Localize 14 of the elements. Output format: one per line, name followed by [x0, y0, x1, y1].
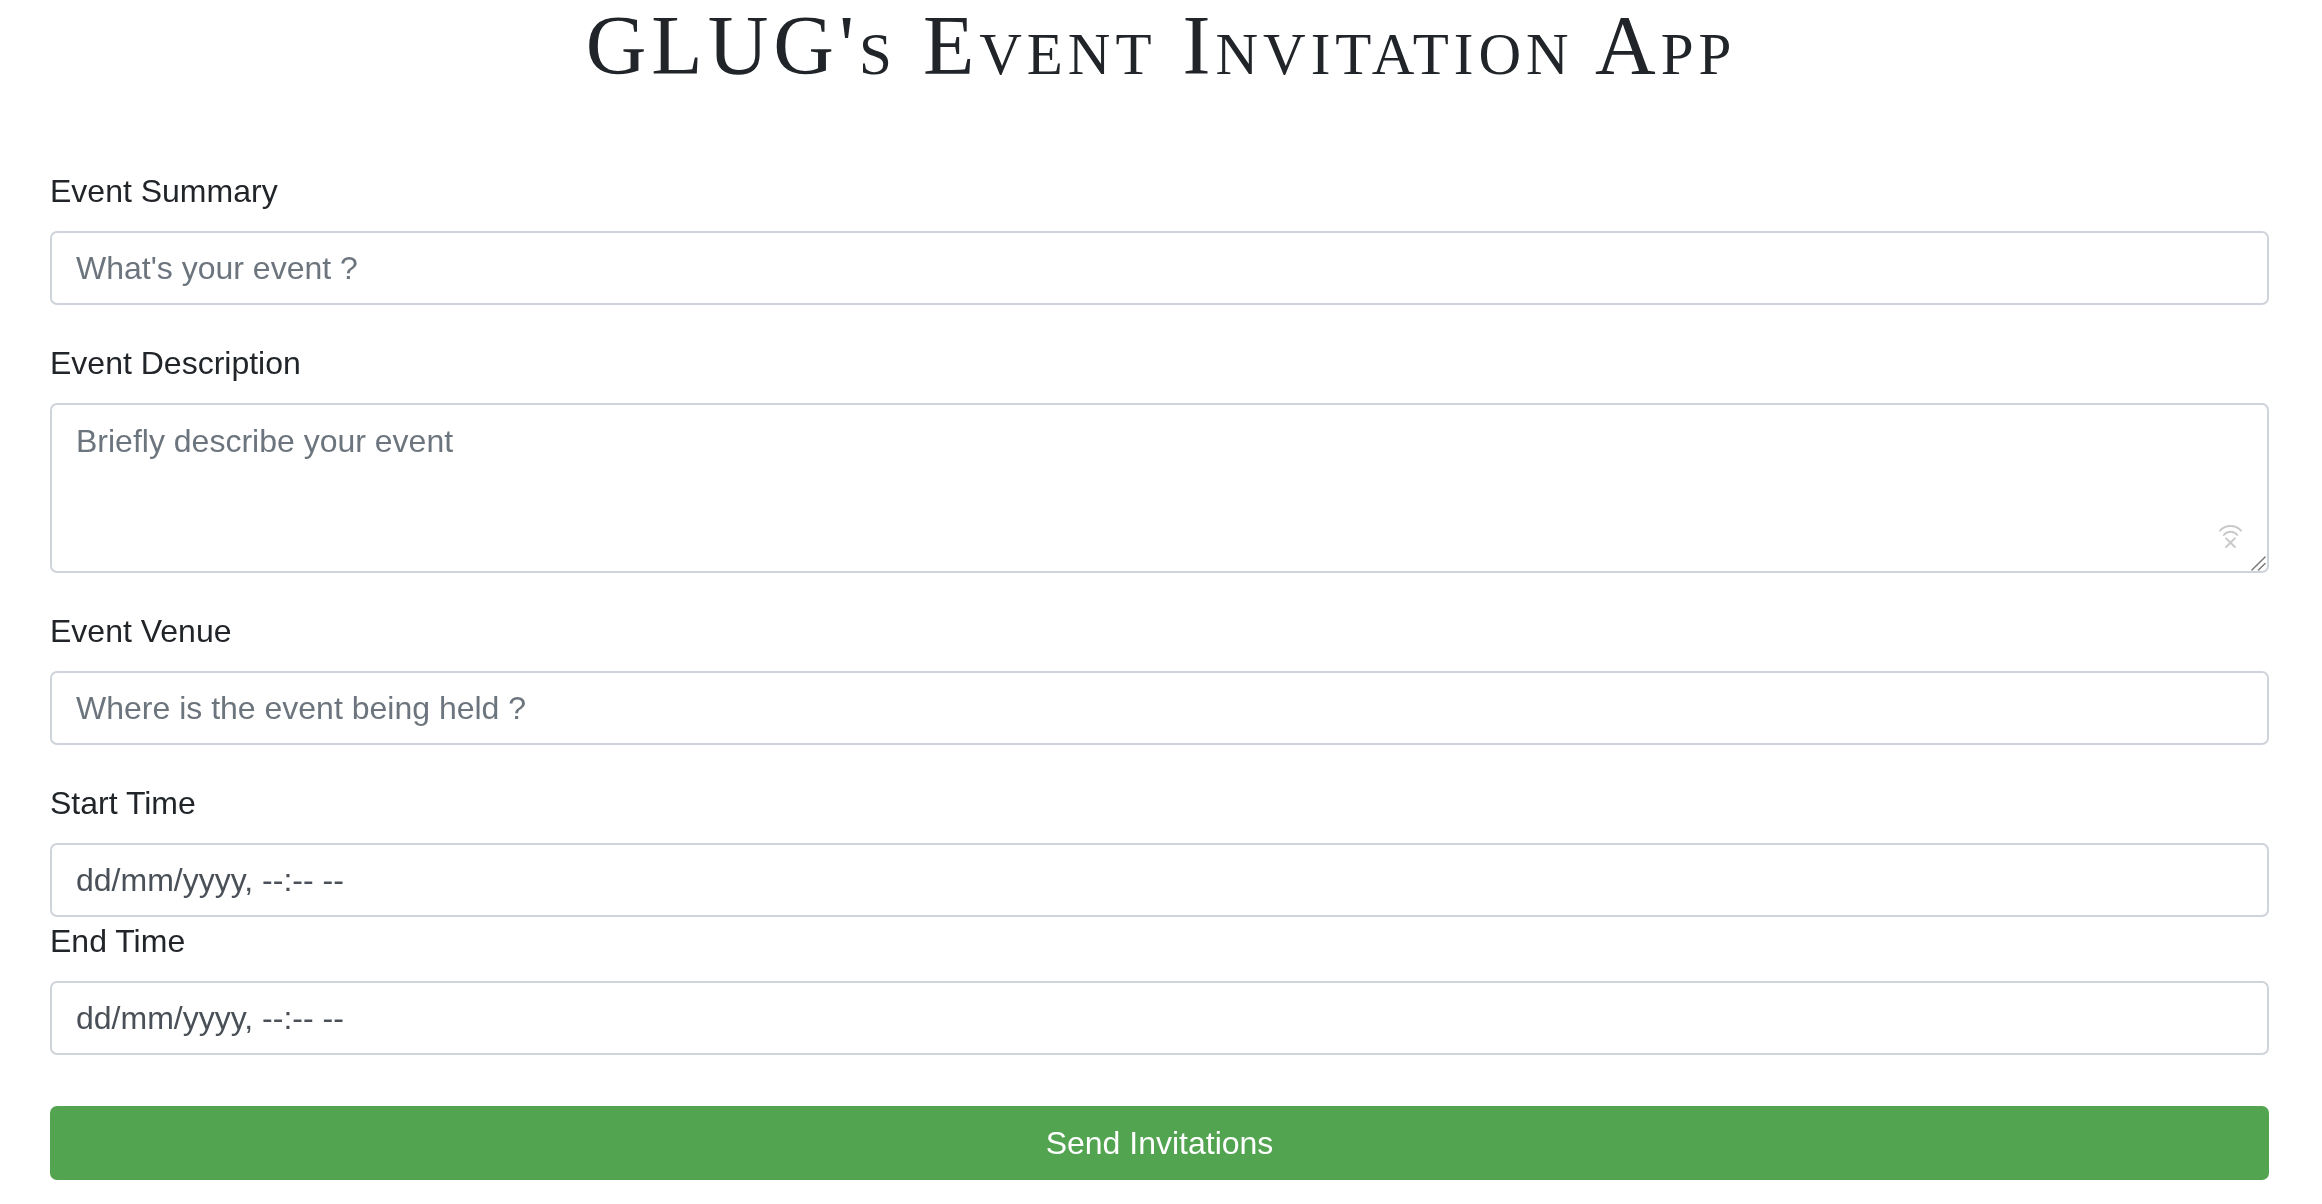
- datetime-input-field[interactable]: dd/mm/yyyy, --:-- --: [50, 843, 2269, 918]
- text-input-field[interactable]: Where is the event being held ?: [50, 671, 2269, 746]
- field-label: End Time: [50, 922, 186, 962]
- wifi-off-icon: [2218, 523, 2243, 549]
- resize-handle-icon[interactable]: [2251, 556, 2266, 572]
- send-invitations-button[interactable]: Send Invitations: [50, 1106, 2269, 1181]
- datetime-input-field[interactable]: dd/mm/yyyy, --:-- --: [50, 981, 2269, 1056]
- field-label: Start Time: [50, 784, 196, 824]
- field-label: Event Summary: [50, 172, 278, 212]
- page-title: GLUG's Event Invitation App: [585, 0, 1737, 93]
- text-input-field[interactable]: What's your event ?: [50, 231, 2269, 306]
- field-label: Event Description: [50, 344, 301, 384]
- textarea-field[interactable]: Briefly describe your event: [50, 403, 2269, 574]
- field-label: Event Venue: [50, 612, 232, 652]
